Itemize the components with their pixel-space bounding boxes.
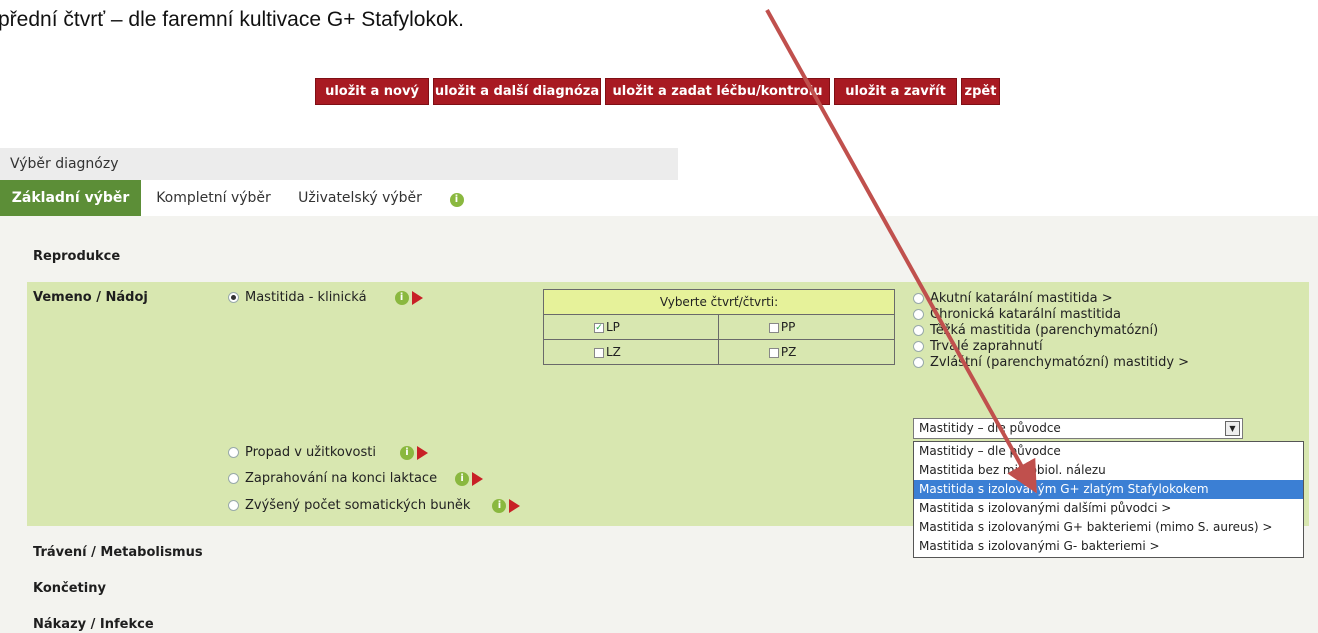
diagnosis-option[interactable]: Chronická katarální mastitida — [913, 306, 1189, 322]
option-zaprahovani[interactable]: Zaprahování na konci laktace i — [228, 471, 484, 486]
quarter-selector: Vyberte čtvrť/čtvrti: ✓ LP PP LZ PZ — [543, 289, 896, 365]
radio-button[interactable] — [913, 340, 924, 352]
checkbox[interactable] — [768, 322, 779, 333]
info-icon[interactable]: i — [394, 290, 409, 305]
dropdown-option[interactable]: Mastitida s izolovanými G+ bakteriemi (m… — [914, 518, 1303, 537]
radio-button[interactable] — [228, 447, 239, 458]
radio-button[interactable] — [228, 473, 239, 484]
option-mastitida-klinicka[interactable]: Mastitida - klinická i — [228, 290, 423, 305]
quarter-header: Vyberte čtvrť/čtvrti: — [543, 289, 895, 315]
checkbox[interactable] — [768, 347, 779, 358]
radio-button[interactable] — [913, 356, 924, 368]
radio-button[interactable] — [228, 292, 239, 303]
quarter-label: LP — [606, 320, 620, 334]
section-title: Výběr diagnózy — [0, 148, 678, 180]
quarter-pz[interactable]: PZ — [717, 339, 896, 365]
select-value: Mastitidy – dle původce — [919, 421, 1061, 435]
option-label: Zaprahování na konci laktace — [245, 471, 438, 486]
option-label: Trvalé zaprahnutí — [930, 338, 1043, 354]
quarter-label: PZ — [780, 345, 797, 359]
category-nakazy[interactable]: Nákazy / Infekce — [33, 617, 154, 632]
info-icon[interactable]: i — [399, 445, 414, 460]
tab-complete[interactable]: Kompletní výběr — [141, 180, 286, 216]
play-icon[interactable] — [472, 471, 484, 486]
dropdown-option[interactable]: Mastitida bez mikrobiol. nálezu — [914, 461, 1303, 480]
category-koncetiny[interactable]: Končetiny — [33, 581, 106, 596]
option-label: Těžká mastitida (parenchymatózní) — [930, 322, 1159, 338]
play-icon[interactable] — [509, 498, 521, 513]
category-vemeno[interactable]: Vemeno / Nádoj — [33, 290, 148, 305]
diagnosis-option[interactable]: Akutní katarální mastitida > — [913, 290, 1189, 306]
option-somaticke-bunky[interactable]: Zvýšený počet somatických buněk i — [228, 498, 521, 513]
diagnosis-option[interactable]: Těžká mastitida (parenchymatózní) — [913, 322, 1189, 338]
option-propad-uzitkovosti[interactable]: Propad v užitkovosti i — [228, 445, 428, 460]
diagnosis-radio-list: Akutní katarální mastitida > Chronická k… — [913, 290, 1189, 370]
pathogen-select[interactable]: Mastitidy – dle původce ▼ — [913, 418, 1243, 439]
quarter-pp[interactable]: PP — [717, 314, 896, 340]
diagnosis-option[interactable]: Trvalé zaprahnutí — [913, 338, 1189, 354]
option-label: Zvýšený počet somatických buněk — [245, 498, 471, 513]
radio-button[interactable] — [913, 308, 924, 320]
info-icon[interactable]: i — [455, 471, 470, 486]
diagnosis-option[interactable]: Zvláštní (parenchymatózní) mastitidy > — [913, 354, 1189, 370]
document-caption: přední čtvrť – dle faremní kultivace G+ … — [0, 8, 464, 31]
quarter-lp[interactable]: ✓ LP — [543, 314, 719, 340]
option-label: Akutní katarální mastitida > — [930, 290, 1113, 306]
category-traveni[interactable]: Trávení / Metabolismus — [33, 545, 203, 560]
radio-button[interactable] — [913, 324, 924, 336]
back-button[interactable]: zpět — [961, 78, 1000, 105]
dropdown-option[interactable]: Mastitidy – dle původce — [914, 442, 1303, 461]
save-and-next-diagnosis-button[interactable]: uložit a další diagnóza — [433, 78, 601, 105]
option-label: Propad v užitkovosti — [245, 445, 376, 460]
option-label: Chronická katarální mastitida — [930, 306, 1122, 322]
dropdown-option[interactable]: Mastitida s izolovanými G- bakteriemi > — [914, 537, 1303, 556]
option-label: Zvláštní (parenchymatózní) mastitidy > — [930, 354, 1190, 370]
radio-button[interactable] — [913, 292, 924, 304]
info-icon: i — [449, 193, 464, 207]
info-icon[interactable]: i — [492, 498, 507, 513]
option-label: Mastitida - klinická — [245, 290, 367, 305]
quarter-label: PP — [780, 320, 796, 334]
checkbox-checked[interactable]: ✓ — [594, 322, 604, 333]
tab-user[interactable]: Uživatelský výběr — [286, 180, 434, 216]
save-and-add-treatment-button[interactable]: uložit a zadat léčbu/kontrolu — [605, 78, 830, 105]
save-and-new-button[interactable]: uložit a nový — [315, 78, 429, 105]
dropdown-option[interactable]: Mastitida s izolovanými dalšími původci … — [914, 499, 1303, 518]
dropdown-option-highlighted[interactable]: Mastitida s izolovaným G+ zlatým Stafylo… — [914, 480, 1303, 499]
pathogen-dropdown-list: Mastitidy – dle původce Mastitida bez mi… — [913, 441, 1304, 558]
save-and-close-button[interactable]: uložit a zavřít — [834, 78, 957, 105]
quarter-label: LZ — [606, 345, 621, 359]
play-icon[interactable] — [416, 445, 428, 460]
play-icon[interactable] — [411, 290, 423, 305]
tab-info[interactable]: i — [434, 180, 479, 216]
tab-basic[interactable]: Základní výběr — [0, 180, 141, 216]
chevron-down-icon[interactable]: ▼ — [1225, 421, 1240, 436]
quarter-lz[interactable]: LZ — [543, 339, 719, 365]
radio-button[interactable] — [228, 500, 239, 511]
category-reprodukce[interactable]: Reprodukce — [33, 249, 120, 264]
checkbox[interactable] — [594, 347, 604, 358]
